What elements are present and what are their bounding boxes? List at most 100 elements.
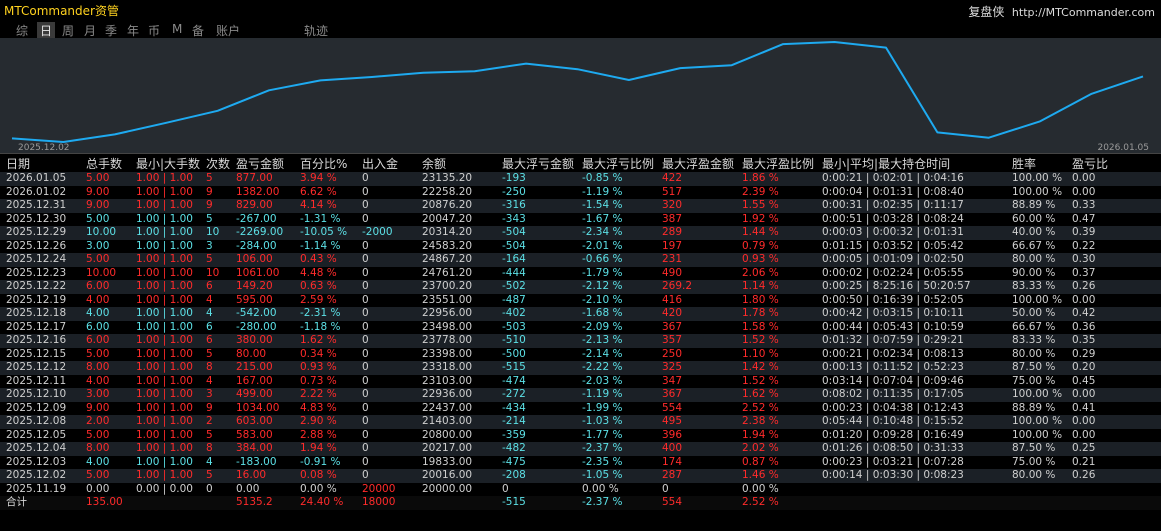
cell-max-float-profit: 174 <box>662 455 683 468</box>
table-row[interactable]: 2025.12.05 5.00 1.00 | 1.00 5 583.00 2.88 % 0 2… <box>0 428 1161 442</box>
cell-pnl: 829.00 <box>236 199 273 212</box>
cell-balance: 22956.00 <box>422 307 473 320</box>
table-total-row: 合计 135.00 5135.2 24.40 % 18000 -515 -2.3… <box>0 496 1161 510</box>
header-date[interactable]: 日期 <box>0 157 80 172</box>
cell-max-float-profit: 0 <box>662 482 669 495</box>
cell-pct: 2.22 % <box>300 388 337 401</box>
cell-pnl: 499.00 <box>236 388 273 401</box>
tab-week[interactable]: 周 <box>62 22 74 39</box>
header-total-lots[interactable]: 总手数 <box>80 157 130 172</box>
cell-date: 2025.12.17 <box>6 320 67 333</box>
cell-pnl: 380.00 <box>236 334 273 347</box>
header-min-max-lots[interactable]: 最小|大手数 <box>130 157 200 172</box>
cell-pct: -1.31 % <box>300 212 341 225</box>
tab-notes[interactable]: 备 <box>192 22 204 39</box>
header-max-float-loss[interactable]: 最大浮亏金额 <box>496 157 576 172</box>
cell-date: 2025.11.19 <box>6 482 67 495</box>
table-row[interactable]: 2025.12.12 8.00 1.00 | 1.00 8 215.00 0.93 % 0 2… <box>0 361 1161 375</box>
table-row[interactable]: 2026.01.02 9.00 1.00 | 1.00 9 1382.00 6.62 % 0… <box>0 185 1161 199</box>
table-row[interactable]: 2025.12.31 9.00 1.00 | 1.00 9 829.00 4.14 % 0 2… <box>0 199 1161 213</box>
total-label: 合计 <box>6 496 27 509</box>
cell-date: 2025.12.24 <box>6 253 67 266</box>
cell-pl-ratio: 0.00 <box>1072 428 1096 441</box>
header-pct[interactable]: 百分比% <box>294 157 356 172</box>
cell-pl-ratio: 0.36 <box>1072 320 1096 333</box>
cell-total-lots: 3.00 <box>86 388 110 401</box>
header-pnl[interactable]: 盈亏金额 <box>230 157 294 172</box>
table-row[interactable]: 2025.12.24 5.00 1.00 | 1.00 5 106.00 0.43 % 0 2… <box>0 253 1161 267</box>
header-hold-time[interactable]: 最小|平均|最大持仓时间 <box>816 157 1006 172</box>
cell-win-rate: 60.00 % <box>1012 212 1056 225</box>
cell-pct: 4.83 % <box>300 401 337 414</box>
table-row[interactable]: 2025.12.11 4.00 1.00 | 1.00 4 167.00 0.73 % 0 2… <box>0 374 1161 388</box>
cell-min-max-lots: 1.00 | 1.00 <box>136 212 193 225</box>
tab-quarter[interactable]: 季 <box>105 22 117 39</box>
tab-day[interactable]: 日 <box>37 22 56 39</box>
cell-min-max-lots: 1.00 | 1.00 <box>136 266 193 279</box>
table-row[interactable]: 2025.12.29 10.00 1.00 | 1.00 10 -2269.00 -10.… <box>0 226 1161 240</box>
table-row[interactable]: 2025.12.19 4.00 1.00 | 1.00 4 595.00 2.59 % 0 2… <box>0 293 1161 307</box>
cell-max-float-loss: -164 <box>502 253 526 266</box>
tab-currency[interactable]: 币 <box>148 22 160 39</box>
cell-pl-ratio: 0.35 <box>1072 334 1096 347</box>
cell-pl-ratio: 0.42 <box>1072 307 1096 320</box>
cell-max-float-loss: -272 <box>502 388 526 401</box>
table-row[interactable]: 2025.12.22 6.00 1.00 | 1.00 6 149.20 0.63 % 0 2… <box>0 280 1161 294</box>
cell-max-float-loss-pct: -1.19 % <box>582 185 623 198</box>
cell-min-max-lots: 1.00 | 1.00 <box>136 320 193 333</box>
table-row[interactable]: 2025.12.15 5.00 1.00 | 1.00 5 80.00 0.34 % 0 23… <box>0 347 1161 361</box>
cell-max-float-loss-pct: -2.34 % <box>582 226 623 239</box>
cell-balance: 23318.00 <box>422 361 473 374</box>
table-row[interactable]: 2025.12.26 3.00 1.00 | 1.00 3 -284.00 -1.14 %… <box>0 239 1161 253</box>
table-row[interactable]: 2025.12.04 8.00 1.00 | 1.00 8 384.00 1.94 % 0 2… <box>0 442 1161 456</box>
tab-trajectory[interactable]: 轨迹 <box>304 22 328 39</box>
table-row[interactable]: 2025.12.09 9.00 1.00 | 1.00 9 1034.00 4.83 % 0… <box>0 401 1161 415</box>
cell-pct: 2.59 % <box>300 293 337 306</box>
table-row[interactable]: 2026.01.05 5.00 1.00 | 1.00 5 877.00 3.94 % 0 2… <box>0 172 1161 186</box>
header-balance[interactable]: 余额 <box>416 157 496 172</box>
tab-m[interactable]: M <box>172 22 182 36</box>
table-row[interactable]: 2025.12.08 2.00 1.00 | 1.00 2 603.00 2.90 % 0 2… <box>0 415 1161 429</box>
cell-max-float-profit-pct: 1.92 % <box>742 212 779 225</box>
equity-chart: 2025.12.02 2026.01.05 <box>0 38 1161 154</box>
table-row[interactable]: 2025.12.10 3.00 1.00 | 1.00 3 499.00 2.22 % 0 2… <box>0 388 1161 402</box>
tab-year[interactable]: 年 <box>127 22 139 39</box>
cell-deposit: 0 <box>362 212 369 225</box>
cell-pct: 0.08 % <box>300 469 337 482</box>
brand-url[interactable]: http://MTCommander.com <box>1012 6 1155 19</box>
header-max-float-loss-pct[interactable]: 最大浮亏比例 <box>576 157 656 172</box>
cell-count: 8 <box>206 361 213 374</box>
table-row[interactable]: 2025.12.02 5.00 1.00 | 1.00 5 16.00 0.08 % 0 20… <box>0 469 1161 483</box>
header-count[interactable]: 次数 <box>200 157 230 172</box>
cell-pct: 6.62 % <box>300 185 337 198</box>
total-deposit: 18000 <box>362 496 396 509</box>
cell-pnl: 215.00 <box>236 361 273 374</box>
cell-hold-time: 0:00:23 | 0:03:21 | 0:07:28 <box>822 455 964 468</box>
cell-win-rate: 87.50 % <box>1012 442 1056 455</box>
header-pl-ratio[interactable]: 盈亏比 <box>1066 157 1161 172</box>
cell-max-float-profit: 231 <box>662 253 683 266</box>
cell-win-rate: 100.00 % <box>1012 172 1063 185</box>
tab-month[interactable]: 月 <box>84 22 96 39</box>
table-row[interactable]: 2025.12.30 5.00 1.00 | 1.00 5 -267.00 -1.31 %… <box>0 212 1161 226</box>
cell-deposit: -2000 <box>362 226 393 239</box>
header-max-float-profit[interactable]: 最大浮盈金额 <box>656 157 736 172</box>
table-row[interactable]: 2025.12.18 4.00 1.00 | 1.00 4 -542.00 -2.31 %… <box>0 307 1161 321</box>
table-row[interactable]: 2025.12.17 6.00 1.00 | 1.00 6 -280.00 -1.18 %… <box>0 320 1161 334</box>
cell-min-max-lots: 1.00 | 1.00 <box>136 388 193 401</box>
header-max-float-profit-pct[interactable]: 最大浮盈比例 <box>736 157 816 172</box>
cell-max-float-profit: 289 <box>662 226 683 239</box>
tab-account[interactable]: 账户 <box>216 22 240 39</box>
cell-pct: 1.94 % <box>300 442 337 455</box>
table-row[interactable]: 2025.12.03 4.00 1.00 | 1.00 4 -183.00 -0.91 %… <box>0 455 1161 469</box>
header-win-rate[interactable]: 胜率 <box>1006 157 1066 172</box>
cell-max-float-loss-pct: -1.67 % <box>582 212 623 225</box>
cell-count: 8 <box>206 442 213 455</box>
table-row[interactable]: 2025.12.23 10.00 1.00 | 1.00 10 1061.00 4.48 … <box>0 266 1161 280</box>
tab-summary[interactable]: 综 <box>16 22 28 39</box>
table-row[interactable]: 2025.12.16 6.00 1.00 | 1.00 6 380.00 1.62 % 0 2… <box>0 334 1161 348</box>
table-row[interactable]: 2025.11.19 0.00 0.00 | 0.00 0 0.00 0.00 % 2000… <box>0 482 1161 496</box>
total-lots: 135.00 <box>86 496 123 509</box>
header-deposit[interactable]: 出入金 <box>356 157 416 172</box>
cell-win-rate: 75.00 % <box>1012 455 1056 468</box>
